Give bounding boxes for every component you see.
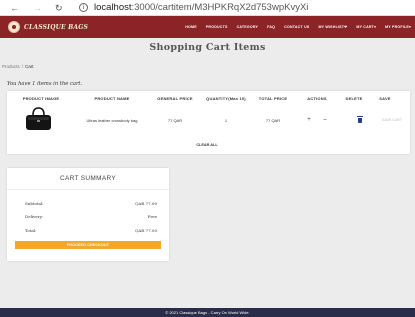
increase-quantity-icon[interactable]: + xyxy=(307,117,311,123)
proceed-checkout-button[interactable]: PROCEED CHECKOUT xyxy=(15,241,161,249)
total-value: QAR 77.00 xyxy=(135,228,157,233)
delivery-value: Free xyxy=(147,214,157,219)
general-price: 77 QAR xyxy=(167,118,183,123)
forward-arrow-icon[interactable]: → xyxy=(33,2,42,14)
browser-toolbar: ← → ↻ i localhost:3000/cartitem/M3HPKRqX… xyxy=(0,0,415,16)
site-logo[interactable]: CLASSIQUE BAGS xyxy=(8,19,88,35)
nav-category[interactable]: CATEGORY xyxy=(237,25,259,29)
column-header-save: SAVE xyxy=(379,96,391,101)
url-path: :3000/cartitem/M3HPKRqX2d753wpKvyXi xyxy=(131,2,309,13)
column-header-delete: DELETE xyxy=(345,96,363,101)
column-header-product-name: PRODUCT NAME xyxy=(94,96,130,101)
delivery-row: Delivery: Free xyxy=(25,214,157,219)
subtotal-value: QAR 77.00 xyxy=(135,201,157,206)
decrease-quantity-icon[interactable]: – xyxy=(323,117,326,123)
logo-text: CLASSIQUE BAGS xyxy=(24,23,89,31)
product-name[interactable]: Ultras leather crossbody bag xyxy=(87,118,138,123)
site-footer: © 2021 Classique Bags - Carry On World W… xyxy=(0,308,415,317)
nav-faq[interactable]: FAQ xyxy=(267,25,275,29)
items-count-text: You have 1 items in the cart. xyxy=(7,81,83,87)
cart-summary: CART SUMMARY Subtotal: QAR 77.00 Deliver… xyxy=(7,168,169,261)
nav-contact-us[interactable]: CONTACT US xyxy=(284,25,309,29)
cart-summary-title: CART SUMMARY xyxy=(7,168,169,190)
column-header-quantity: QUANTITY(Max 10) xyxy=(206,96,246,101)
quantity-value: 1 xyxy=(224,118,228,123)
subtotal-row: Subtotal: QAR 77.00 xyxy=(25,201,157,206)
breadcrumb-cart: Cart xyxy=(25,64,34,69)
reload-icon[interactable]: ↻ xyxy=(55,2,63,14)
nav-my-cart[interactable]: MY CART▾ xyxy=(356,25,376,29)
total-label: Total: xyxy=(25,228,37,233)
nav-my-wishlist[interactable]: MY WISHLIST❤ xyxy=(318,25,347,29)
top-navigation: HOME PRODUCTS CATEGORY FAQ CONTACT US MY… xyxy=(176,16,411,38)
nav-my-profile[interactable]: MY PROFILE▾ xyxy=(385,25,411,29)
page-title: Shopping Cart Items xyxy=(149,42,266,53)
breadcrumb-products[interactable]: Products xyxy=(2,64,20,69)
logo-emblem-icon xyxy=(8,21,20,33)
column-header-total-price: TOTAL PRICE xyxy=(258,96,288,101)
site-header: CLASSIQUE BAGS HOME PRODUCTS CATEGORY FA… xyxy=(0,16,415,38)
column-header-actions: ACTIONS xyxy=(307,96,327,101)
total-price: 77 QAR xyxy=(265,118,281,123)
nav-products[interactable]: PRODUCTS xyxy=(206,25,228,29)
subtotal-label: Subtotal: xyxy=(25,201,44,206)
breadcrumb: Products / Cart xyxy=(2,64,34,69)
delivery-label: Delivery: xyxy=(25,214,44,219)
nav-home[interactable]: HOME xyxy=(185,25,197,29)
column-header-product-image: PRODUCT IMAGE xyxy=(22,96,60,101)
column-header-general-price: GENERAL PRICE xyxy=(157,96,193,101)
delete-trash-icon[interactable] xyxy=(357,116,363,123)
save-cart-button[interactable]: SAVE CART xyxy=(382,118,402,122)
url-host: localhost xyxy=(94,2,132,13)
site-info-icon[interactable]: i xyxy=(79,3,88,12)
clear-all-button[interactable]: CLEAR ALL xyxy=(196,143,217,147)
total-row: Total: QAR 77.00 xyxy=(25,228,157,233)
product-image[interactable] xyxy=(24,106,53,132)
back-arrow-icon[interactable]: ← xyxy=(10,2,19,14)
breadcrumb-separator: / xyxy=(21,64,24,69)
address-bar[interactable]: localhost:3000/cartitem/M3HPKRqX2d753wpK… xyxy=(94,2,308,14)
